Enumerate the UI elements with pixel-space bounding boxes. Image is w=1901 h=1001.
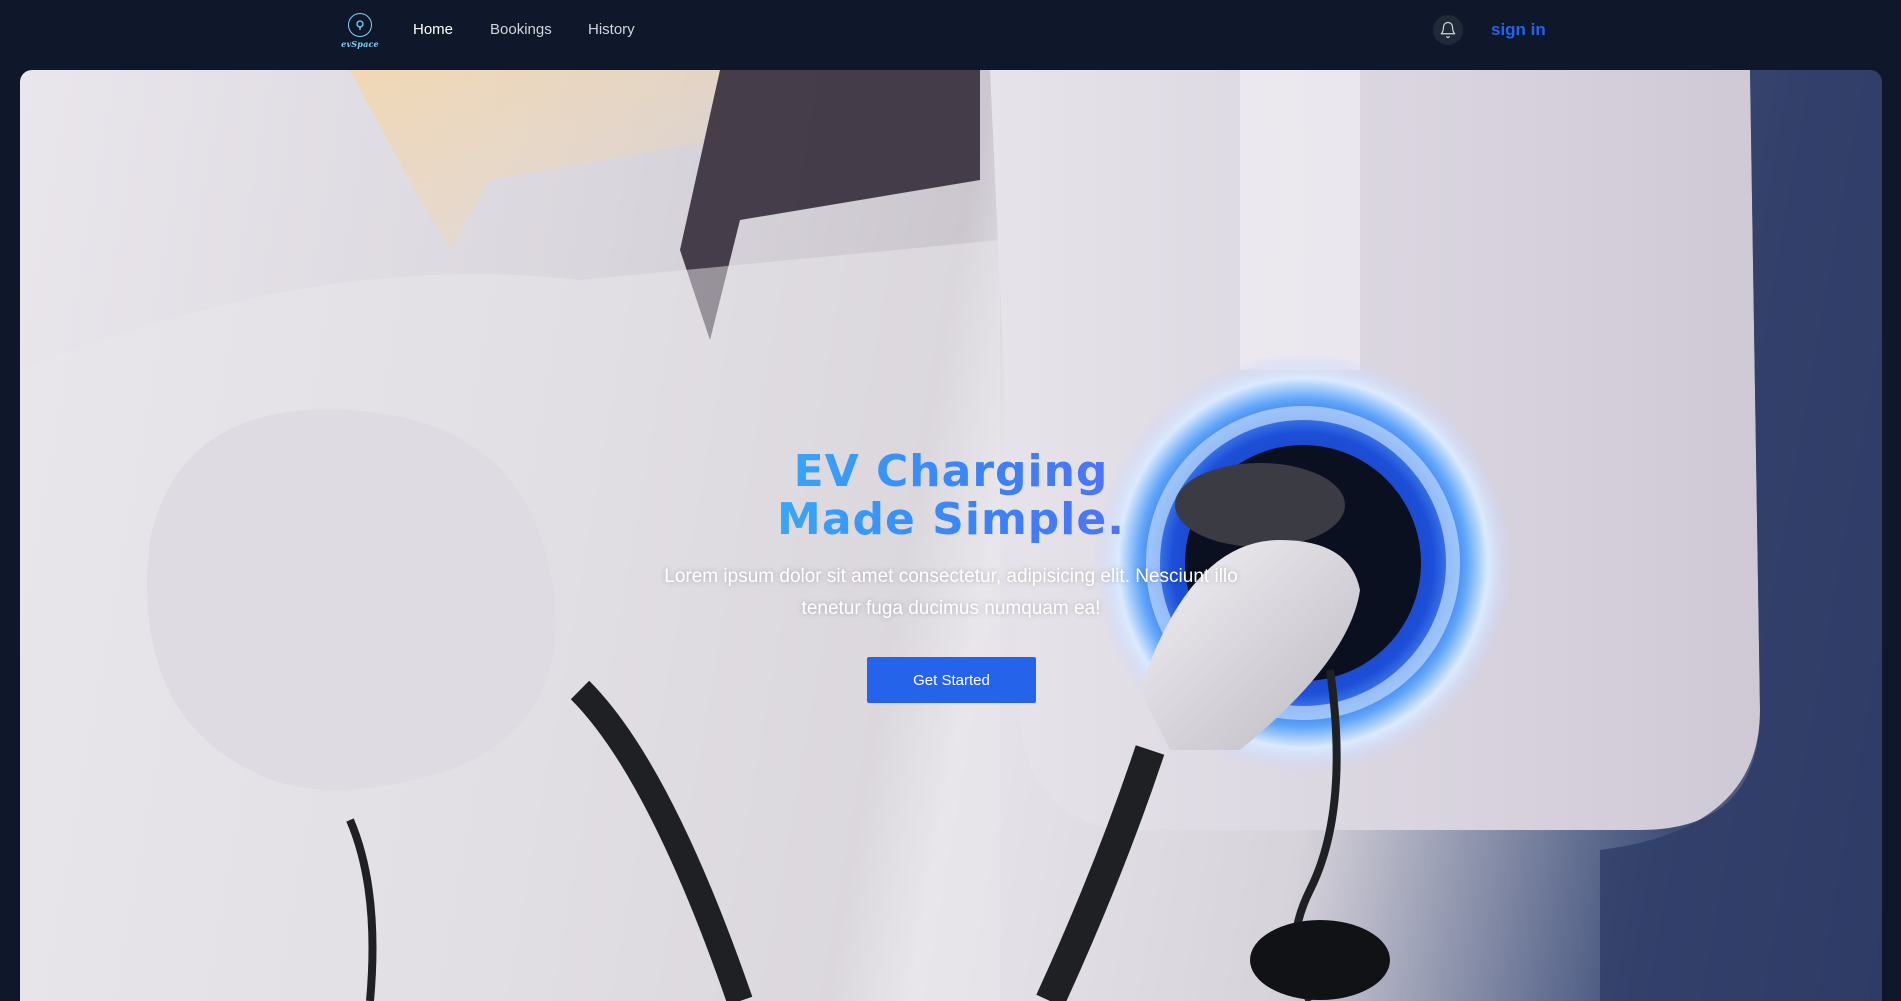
brand-logo[interactable]: evSpace bbox=[340, 13, 380, 49]
get-started-button[interactable]: Get Started bbox=[867, 657, 1036, 703]
nav-item-history[interactable]: History bbox=[588, 21, 635, 38]
nav-item-bookings[interactable]: Bookings bbox=[490, 21, 552, 38]
bell-icon[interactable] bbox=[1433, 15, 1463, 45]
ev-pin-icon bbox=[348, 13, 372, 37]
hero-title-line-1: EV Charging bbox=[793, 446, 1109, 497]
nav-item-home[interactable]: Home bbox=[413, 21, 453, 38]
hero-banner: EV Charging Made Simple. Lorem ipsum dol… bbox=[20, 70, 1882, 1001]
hero-content: EV Charging Made Simple. Lorem ipsum dol… bbox=[20, 70, 1882, 1001]
logo-text: evSpace bbox=[341, 39, 379, 49]
hero-title: EV Charging Made Simple. bbox=[651, 448, 1251, 544]
hero-description: Lorem ipsum dolor sit amet consectetur, … bbox=[664, 566, 1238, 619]
top-navbar: evSpace Home Bookings History sign in bbox=[0, 0, 1901, 70]
hero-title-line-2: Made Simple. bbox=[777, 494, 1125, 545]
sign-in-link[interactable]: sign in bbox=[1491, 20, 1546, 40]
